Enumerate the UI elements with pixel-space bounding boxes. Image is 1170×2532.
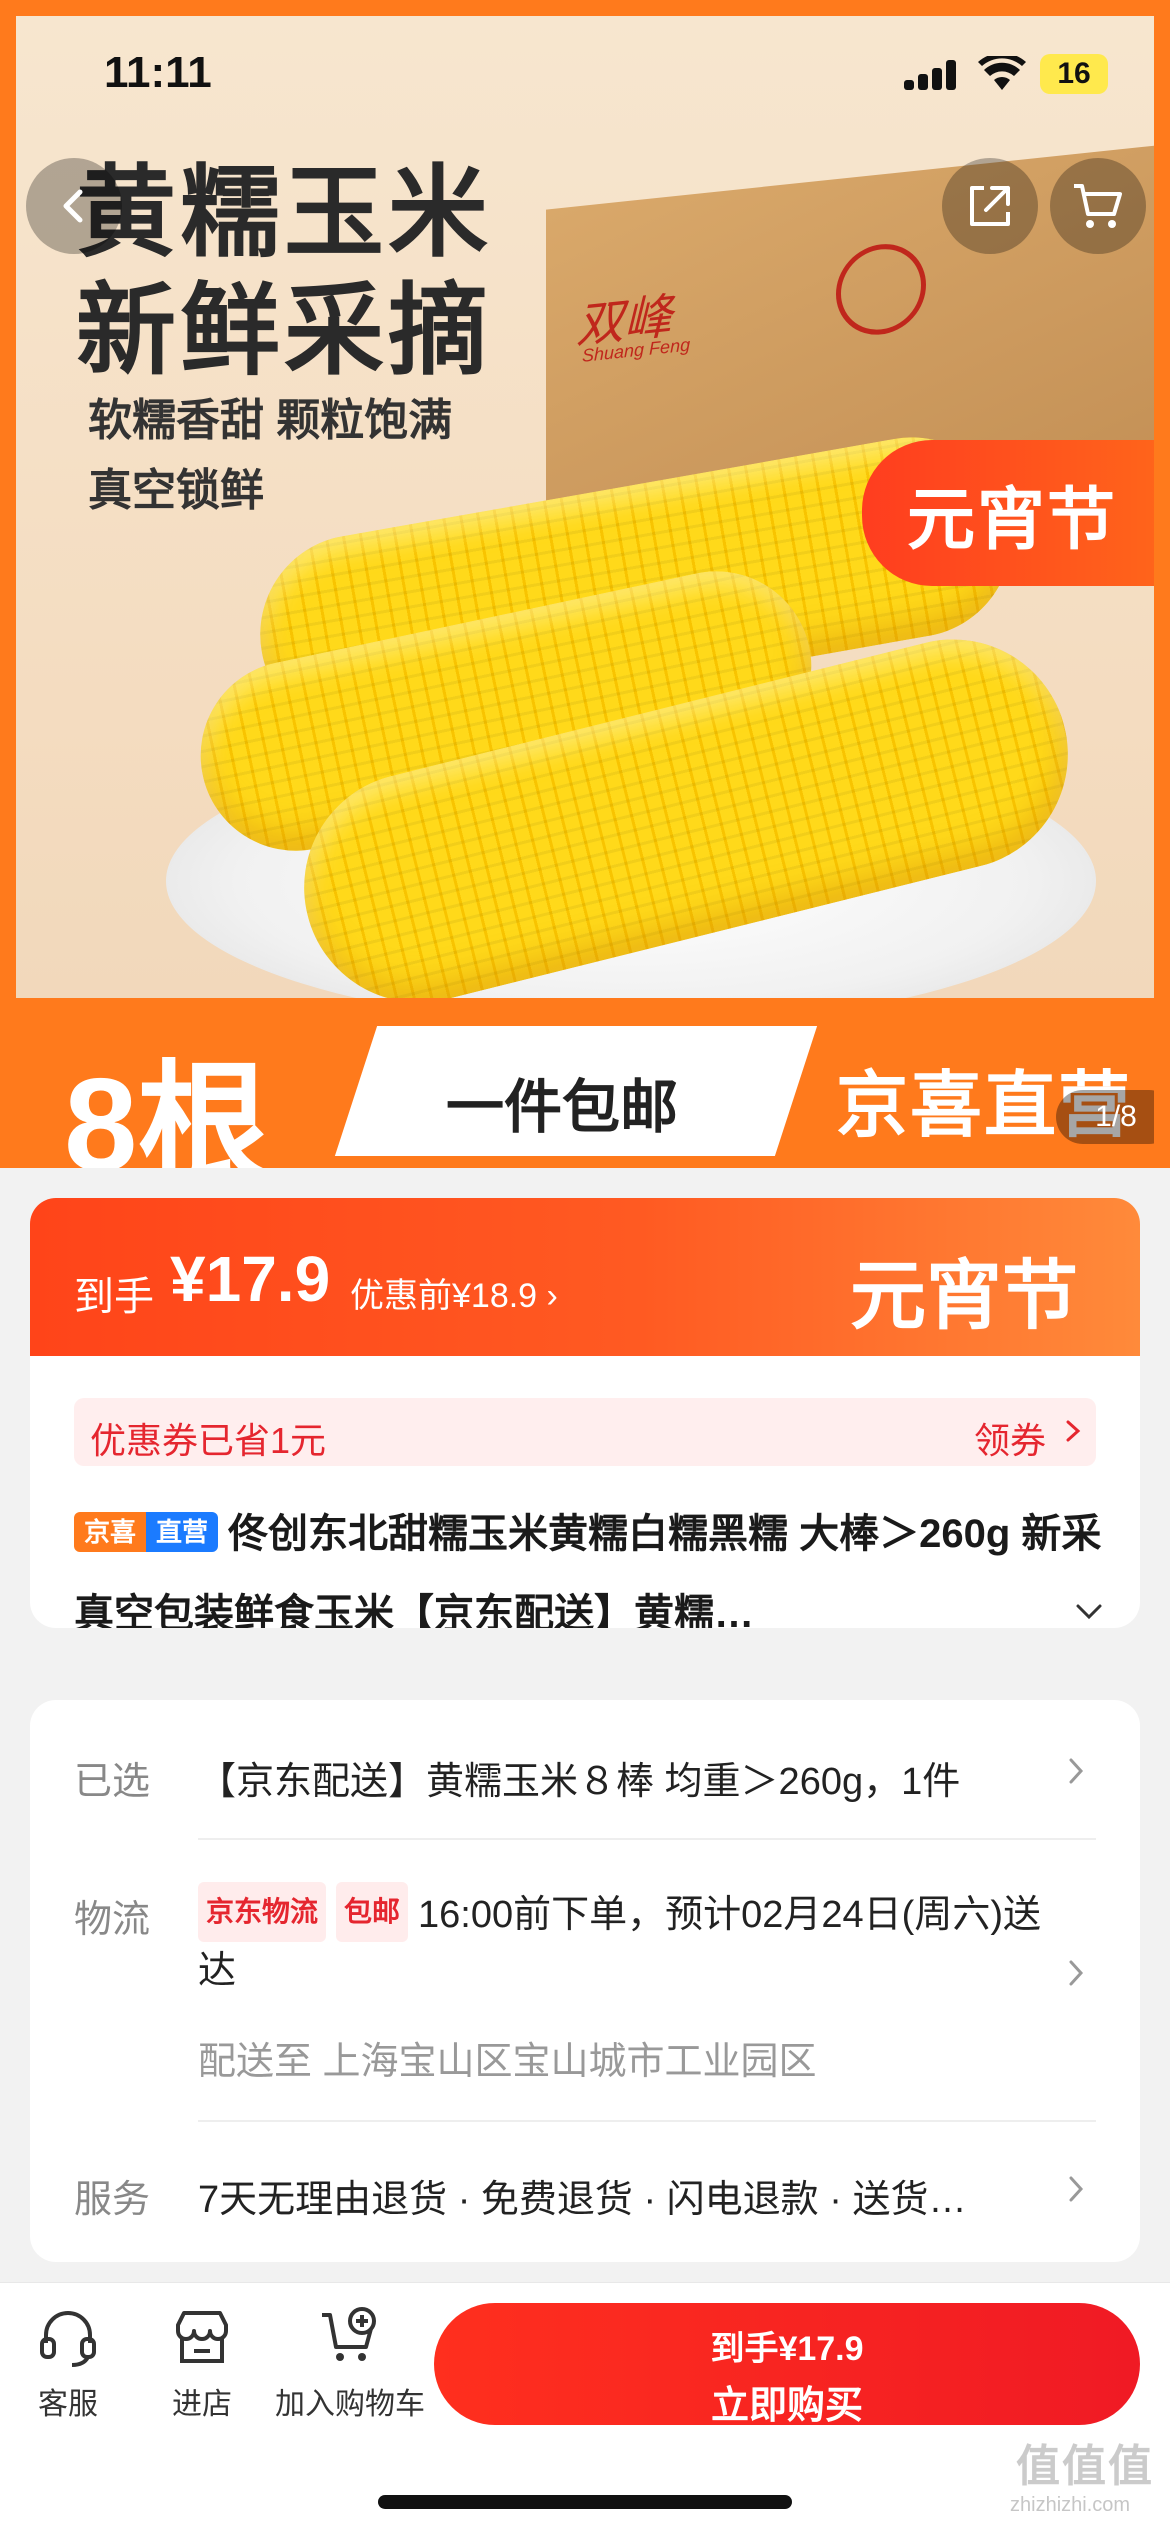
jd-logistics-tag: 京东物流 (198, 1882, 327, 1942)
chevron-down-icon[interactable] (1074, 1602, 1104, 1622)
image-pager: 1/8 (1056, 1090, 1154, 1144)
cart-icon (1074, 184, 1122, 228)
original-price-link[interactable]: 优惠前¥18.9 › (350, 1268, 558, 1317)
box-seal-icon (836, 239, 926, 340)
hero-title: 黄糯玉米 新鲜采摘 (76, 157, 492, 387)
customer-service-button[interactable]: 客服 (28, 2305, 108, 2423)
battery-icon: 16 (1040, 54, 1108, 94)
share-icon (970, 186, 1010, 226)
logistics-label: 物流 (74, 1899, 151, 1941)
cart-button[interactable] (1050, 158, 1146, 254)
festival-badge: 元宵节 (862, 440, 1154, 586)
divider (198, 1838, 1096, 1840)
price-bar: 到手 ¥17.9 优惠前¥18.9 › 元宵节 (30, 1198, 1140, 1356)
bottom-action-bar: 客服 进店 加入购物车 到手¥17.9 立即购买 (0, 2282, 1170, 2532)
service-value: 7天无理由退货 · 免费退货 · 闪电退款 · 送货… (198, 2179, 967, 2221)
status-bar: 11:11 16 (0, 0, 1170, 140)
selected-label: 已选 (74, 1761, 151, 1803)
price-label: 到手 (74, 1275, 154, 1319)
wifi-icon (978, 56, 1026, 90)
count-text: 8根 (64, 1051, 270, 1168)
add-cart-icon (322, 2307, 376, 2361)
store-label: 进店 (172, 2388, 232, 2421)
price-value: ¥17.9 (170, 1243, 331, 1315)
price-card: 到手 ¥17.9 优惠前¥18.9 › 元宵节 优惠券已省1元 领券 京喜 直营佟… (30, 1198, 1140, 1628)
customer-service-label: 客服 (38, 2388, 98, 2421)
coupon-row[interactable]: 优惠券已省1元 领券 (74, 1398, 1096, 1466)
logistics-value: 京东物流 包邮 16:00前下单，预计02月24日(周六)送达 (198, 1882, 1058, 1999)
chevron-left-icon (63, 189, 83, 223)
headset-icon (40, 2311, 96, 2367)
store-icon (176, 2311, 228, 2363)
festival-logo: 元宵节 (850, 1254, 1078, 1339)
product-title[interactable]: 京喜 直营 佟创东北甜糯玉米黄糯白糯黑糯 大棒＞260g 新采真空包装鲜食玉米【京东… (74, 1494, 1114, 1628)
buy-now-label: 立即购买 (710, 2385, 863, 2427)
free-shipping-tag: 包邮 (336, 1882, 409, 1942)
info-card: 已选 【京东配送】黄糯玉米８棒 均重＞260g，1件 物流 京东物流 包邮 16:0… (30, 1700, 1140, 2262)
watermark-logo: 值值值 (1016, 2442, 1154, 2491)
home-indicator (378, 2495, 792, 2509)
hero-subtitle: 软糯香甜 颗粒饱满 真空锁鲜 (88, 396, 453, 515)
chevron-right-icon (1066, 1420, 1081, 1442)
buy-price: 到手¥17.9 (710, 2330, 864, 2368)
shipping-text: 一件包邮 (446, 1075, 679, 1140)
share-button[interactable] (942, 158, 1038, 254)
divider (198, 2120, 1096, 2122)
service-label: 服务 (74, 2179, 151, 2221)
delivery-address: 配送至 上海宝山区宝山城市工业园区 (198, 2041, 817, 2083)
buy-now-button[interactable]: 到手¥17.9 立即购买 (434, 2303, 1140, 2427)
jingxi-tag: 京喜 (74, 1512, 147, 1552)
get-coupon-link[interactable]: 领券 (974, 1412, 1046, 1464)
store-button[interactable]: 进店 (162, 2305, 242, 2423)
hero-bottom-banner: 8根 一件包邮 京喜直营 1/8 (16, 998, 1154, 1168)
chevron-right-icon (1069, 1758, 1084, 1784)
direct-tag: 直营 (146, 1512, 219, 1552)
product-title-text: 佟创东北甜糯玉米黄糯白糯黑糯 大棒＞260g 新采真空包装鲜食玉米【京东配送】黄… (74, 1512, 1102, 1628)
selected-value: 【京东配送】黄糯玉米８棒 均重＞260g，1件 (198, 1761, 961, 1803)
add-to-cart-label: 加入购物车 (275, 2388, 425, 2421)
status-time: 11:11 (104, 48, 212, 97)
chevron-right-icon (1069, 1960, 1084, 1986)
back-button[interactable] (26, 158, 122, 254)
signal-icon (904, 60, 964, 90)
add-to-cart-button[interactable]: 加入购物车 (270, 2305, 430, 2423)
chevron-right-icon (1069, 2176, 1084, 2202)
coupon-saved-text: 优惠券已省1元 (90, 1420, 327, 1461)
watermark-url: zhizhizhi.com (1010, 2494, 1131, 2516)
